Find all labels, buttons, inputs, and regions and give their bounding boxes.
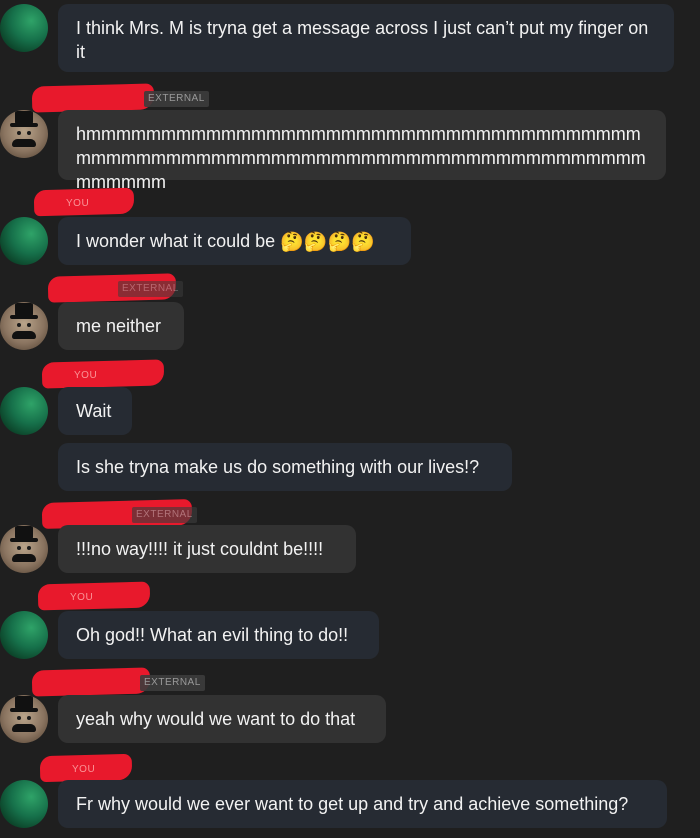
eye-left — [17, 716, 21, 720]
eye-right — [27, 716, 31, 720]
mustache-icon — [12, 554, 36, 562]
message-bubble[interactable]: I wonder what it could be 🤔🤔🤔🤔 — [58, 217, 411, 265]
sender-name-redacted: You — [39, 753, 150, 783]
sender-name-redacted: EXTERNAL — [47, 273, 188, 303]
avatar-other[interactable] — [0, 302, 48, 350]
sender-name-redacted: EXTERNAL — [31, 667, 205, 697]
message-bubble[interactable]: yeah why would we want to do that — [58, 695, 386, 743]
message-bubble[interactable]: hmmmmmmmmmmmmmmmmmmmmmmmmmmmmmmmmmmmmmmm… — [58, 110, 666, 192]
you-label: You — [72, 764, 96, 775]
you-label: You — [66, 198, 90, 209]
message-text: hmmmmmmmmmmmmmmmmmmmmmmmmmmmmmmmmmmmmmmm… — [76, 124, 646, 192]
redaction-mark — [41, 359, 165, 389]
message-text: Is she tryna make us do something with o… — [76, 457, 480, 477]
message-bubble[interactable]: Is she tryna make us do something with o… — [58, 443, 512, 491]
message-bubble[interactable]: !!!no way!!!! it just couldnt be!!!! — [58, 525, 356, 573]
message-text: !!!no way!!!! it just couldnt be!!!! — [76, 539, 324, 559]
mustache-icon — [12, 331, 36, 339]
message-text: me neither — [76, 316, 162, 336]
eye-left — [17, 131, 21, 135]
redaction-mark — [31, 83, 155, 113]
avatar-me[interactable] — [0, 4, 48, 52]
avatar-other[interactable] — [0, 110, 48, 158]
thinking-face-emoji: 🤔🤔🤔🤔 — [280, 232, 375, 253]
hat-brim — [10, 315, 38, 319]
external-badge: EXTERNAL — [118, 281, 183, 297]
message-text: yeah why would we want to do that — [76, 709, 356, 729]
eye-right — [27, 323, 31, 327]
message-bubble[interactable]: I think Mrs. M is tryna get a message ac… — [58, 4, 674, 72]
avatar-me[interactable] — [0, 217, 48, 265]
avatar-me[interactable] — [0, 780, 48, 828]
redaction-mark — [37, 581, 151, 611]
message-text: Oh god!! What an evil thing to do!! — [76, 625, 349, 645]
sender-name-redacted: You — [37, 581, 158, 611]
message-text: I wonder what it could be — [76, 231, 276, 251]
hat-brim — [10, 538, 38, 542]
avatar-me[interactable] — [0, 387, 48, 435]
eye-left — [17, 323, 21, 327]
you-label: You — [70, 592, 94, 603]
external-badge: EXTERNAL — [140, 675, 205, 691]
external-badge: EXTERNAL — [132, 507, 197, 523]
mustache-icon — [12, 724, 36, 732]
message-bubble[interactable]: Oh god!! What an evil thing to do!! — [58, 611, 379, 659]
hat-brim — [10, 123, 38, 127]
you-label: You — [74, 370, 98, 381]
message-bubble[interactable]: me neither — [58, 302, 184, 350]
message-bubble[interactable]: Wait — [58, 387, 132, 435]
hat-brim — [10, 708, 38, 712]
redaction-mark — [31, 667, 151, 697]
sender-name-redacted: You — [33, 187, 144, 217]
eye-right — [27, 546, 31, 550]
avatar-other[interactable] — [0, 695, 48, 743]
message-text: Wait — [76, 401, 112, 421]
avatar-me[interactable] — [0, 611, 48, 659]
eye-left — [17, 546, 21, 550]
sender-name-redacted: EXTERNAL — [31, 83, 209, 113]
message-text: Fr why would we ever want to get up and … — [76, 794, 629, 814]
mustache-icon — [12, 139, 36, 147]
message-bubble[interactable]: Fr why would we ever want to get up and … — [58, 780, 667, 828]
external-badge: EXTERNAL — [144, 91, 209, 107]
sender-name-redacted: You — [41, 359, 172, 389]
sender-name-redacted: EXTERNAL — [41, 499, 202, 529]
avatar-other[interactable] — [0, 525, 48, 573]
message-text: I think Mrs. M is tryna get a message ac… — [76, 18, 649, 62]
eye-right — [27, 131, 31, 135]
